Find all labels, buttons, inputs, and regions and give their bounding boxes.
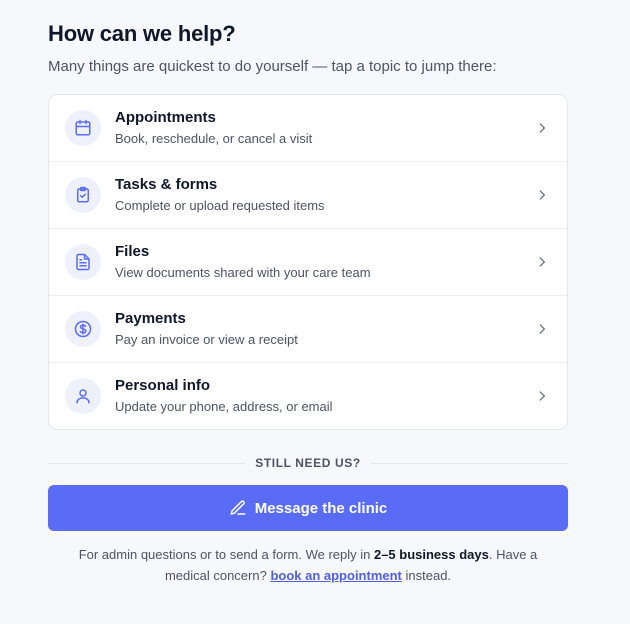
page-title: How can we help? [48,21,236,46]
document-icon [65,244,101,280]
footnote-text: instead. [401,568,452,583]
topic-title: Files [115,243,150,260]
book-appointment-link[interactable]: book an appointment [270,568,401,583]
topic-list: Appointments Book, reschedule, or cancel… [48,94,568,430]
chevron-right-icon [535,389,549,403]
message-clinic-button[interactable]: Message the clinic [48,485,568,531]
topic-title: Tasks & forms [115,176,218,193]
footnote-text: For admin questions or to send a form. W… [78,547,374,562]
chevron-right-icon [535,121,549,135]
topic-appointments[interactable]: Appointments Book, reschedule, or cancel… [49,95,567,162]
topic-description: Book, reschedule, or cancel a visit [115,131,313,146]
page-subtitle: Many things are quickest to do yourself … [48,58,497,75]
topic-description: Pay an invoice or view a receipt [115,332,298,347]
topic-title: Payments [115,310,186,327]
user-icon [65,378,101,414]
section-divider: STILL NEED US? [48,455,568,471]
clipboard-check-icon [65,177,101,213]
topic-description: Update your phone, address, or email [115,399,333,414]
topic-files[interactable]: Files View documents shared with your ca… [49,229,567,296]
help-footnote: For admin questions or to send a form. W… [48,544,568,586]
topic-title: Personal info [115,377,211,394]
chevron-right-icon [535,188,549,202]
calendar-icon [65,110,101,146]
topic-description: View documents shared with your care tea… [115,265,371,280]
topic-title: Appointments [115,109,216,126]
topic-tasks-forms[interactable]: Tasks & forms Complete or upload request… [49,162,567,229]
topic-description: Complete or upload requested items [115,198,325,213]
help-panel: How can we help? Many things are quickes… [48,20,568,586]
reply-time: 2–5 business days [373,547,489,562]
chevron-right-icon [535,322,549,336]
message-clinic-label: Message the clinic [254,499,388,517]
topic-payments[interactable]: Payments Pay an invoice or view a receip… [49,296,567,363]
topic-personal-info[interactable]: Personal info Update your phone, address… [49,363,567,429]
pencil-icon [230,500,246,515]
dollar-circle-icon [65,311,101,347]
divider-label: STILL NEED US? [245,456,371,470]
chevron-right-icon [535,255,549,269]
